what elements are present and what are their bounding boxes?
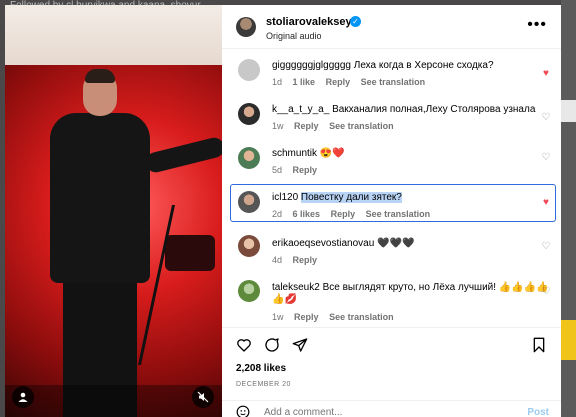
video-floor (5, 385, 222, 417)
comment-time: 4d (272, 255, 283, 265)
reply-button[interactable]: Reply (293, 165, 318, 175)
comment-body: Вакханалия полная,Леху Столярова узнала (332, 104, 536, 115)
video-person-hair (85, 69, 115, 83)
comment-username[interactable]: erikaoeqsevostianovau (272, 238, 374, 249)
comment-username[interactable]: k__a_t_y_a_ (272, 104, 329, 115)
reply-button[interactable]: Reply (294, 312, 319, 322)
comment-like-icon[interactable]: ♡ (541, 242, 551, 252)
commenter-avatar[interactable] (238, 59, 260, 81)
comment-body: 🖤🖤🖤 (377, 238, 415, 249)
post-comment-button[interactable]: Post (527, 407, 549, 417)
post-actions: 2,208 likes DECEMBER 20 Post (222, 327, 561, 417)
comment-time: 1d (272, 77, 283, 87)
add-comment-input[interactable] (264, 407, 514, 417)
comment-username[interactable]: icl120 (272, 192, 298, 203)
comment-likes[interactable]: 6 likes (293, 209, 321, 219)
comment-body: Повестку дали зятек? (300, 192, 402, 203)
more-options-icon[interactable]: ••• (527, 16, 547, 34)
comment-like-icon[interactable]: ♡ (541, 153, 551, 163)
comment-like-icon[interactable]: ♥ (541, 69, 551, 79)
comment-like-icon[interactable]: ♡ (541, 113, 551, 123)
comment-meta: 2d 6 likes Reply See translation (272, 209, 438, 219)
add-comment-row: Post (222, 400, 561, 417)
comment-time: 5d (272, 165, 283, 175)
comment-meta: 1d 1 like Reply See translation (272, 77, 433, 87)
like-icon[interactable] (236, 337, 252, 357)
post-header: stoliarovaleksey ✓ Original audio ••• (222, 5, 561, 49)
reply-button[interactable]: Reply (294, 121, 319, 131)
next-post-peek[interactable] (561, 0, 576, 417)
reply-button[interactable]: Reply (326, 77, 351, 87)
post-date: DECEMBER 20 (236, 381, 291, 388)
original-audio-link[interactable]: Original audio (266, 31, 322, 41)
see-translation-button[interactable]: See translation (329, 121, 394, 131)
see-translation-button[interactable]: See translation (361, 77, 426, 87)
mute-icon[interactable] (192, 386, 214, 408)
peek-chip-yellow (561, 320, 576, 360)
comment-username[interactable]: talekseuk2 (272, 282, 320, 293)
verified-badge-icon: ✓ (350, 16, 361, 27)
post-video[interactable] (5, 5, 222, 417)
comment-time: 2d (272, 209, 283, 219)
commenter-avatar[interactable] (238, 191, 260, 213)
peek-chip (561, 100, 576, 122)
comment-username[interactable]: giggggggjglggggg (272, 60, 351, 71)
comment-body: Все выглядят круто, но Лёха лучший! 👍👍👍👍 (322, 282, 549, 293)
see-translation-button[interactable]: See translation (366, 209, 431, 219)
commenter-avatar[interactable] (238, 235, 260, 257)
comment-text: schmuntik 😍❤️ (272, 148, 345, 159)
commenter-avatar[interactable] (238, 280, 260, 302)
comment-likes[interactable]: 1 like (293, 77, 316, 87)
share-icon[interactable] (292, 337, 308, 357)
comment-item: schmuntik 😍❤️ 5d Reply ♡ (222, 145, 561, 185)
save-icon[interactable] (531, 337, 547, 357)
comment-item: talekseuk2 Все выглядят круто, но Лёха л… (222, 277, 561, 327)
comment-like-icon[interactable]: ♥ (541, 198, 551, 208)
post-modal: stoliarovaleksey ✓ Original audio ••• gi… (5, 5, 561, 417)
comment-item: k__a_t_y_a_ Вакханалия полная,Леху Столя… (222, 101, 561, 141)
comment-item: giggggggjglggggg Леха когда в Херсоне сх… (222, 57, 561, 97)
comment-time: 1w (272, 312, 284, 322)
comment-body-continued: 👍💋 (272, 294, 297, 305)
see-translation-button[interactable]: See translation (329, 312, 394, 322)
reply-button[interactable]: Reply (331, 209, 356, 219)
comment-item: icl120 Повестку дали зятек? 2d 6 likes R… (222, 188, 561, 228)
comment-meta: 5d Reply (272, 165, 325, 175)
comment-text: erikaoeqsevostianovau 🖤🖤🖤 (272, 238, 414, 249)
comment-meta: 1w Reply See translation (272, 121, 402, 131)
likes-count[interactable]: 2,208 likes (236, 363, 286, 374)
comment-username[interactable]: schmuntik (272, 148, 317, 159)
author-avatar[interactable] (236, 17, 256, 37)
comment-time: 1w (272, 121, 284, 131)
video-ceiling (5, 5, 222, 65)
comment-text: talekseuk2 Все выглядят круто, но Лёха л… (272, 282, 549, 293)
comment-body: Леха когда в Херсоне сходка? (353, 60, 494, 71)
comment-meta: 4d Reply (272, 255, 325, 265)
comment-icon[interactable] (264, 337, 280, 357)
reply-button[interactable]: Reply (293, 255, 318, 265)
commenter-avatar[interactable] (238, 103, 260, 125)
comment-text: icl120 Повестку дали зятек? (272, 192, 402, 203)
video-person-body (50, 113, 150, 283)
author-username[interactable]: stoliarovaleksey (266, 16, 352, 28)
post-side-panel: stoliarovaleksey ✓ Original audio ••• gi… (222, 5, 561, 417)
comment-meta: 1w Reply See translation (272, 312, 402, 322)
tagged-user-icon[interactable] (12, 386, 34, 408)
emoji-icon[interactable] (236, 405, 250, 417)
comment-text: giggggggjglggggg Леха когда в Херсоне сх… (272, 60, 494, 71)
comments-list[interactable]: giggggggjglggggg Леха когда в Херсоне сх… (222, 49, 561, 327)
comment-text: k__a_t_y_a_ Вакханалия полная,Леху Столя… (272, 104, 535, 115)
comment-item: erikaoeqsevostianovau 🖤🖤🖤 4d Reply ♡ (222, 233, 561, 273)
comment-body: 😍❤️ (319, 148, 345, 159)
commenter-avatar[interactable] (238, 147, 260, 169)
comment-like-icon[interactable]: ♡ (541, 287, 551, 297)
